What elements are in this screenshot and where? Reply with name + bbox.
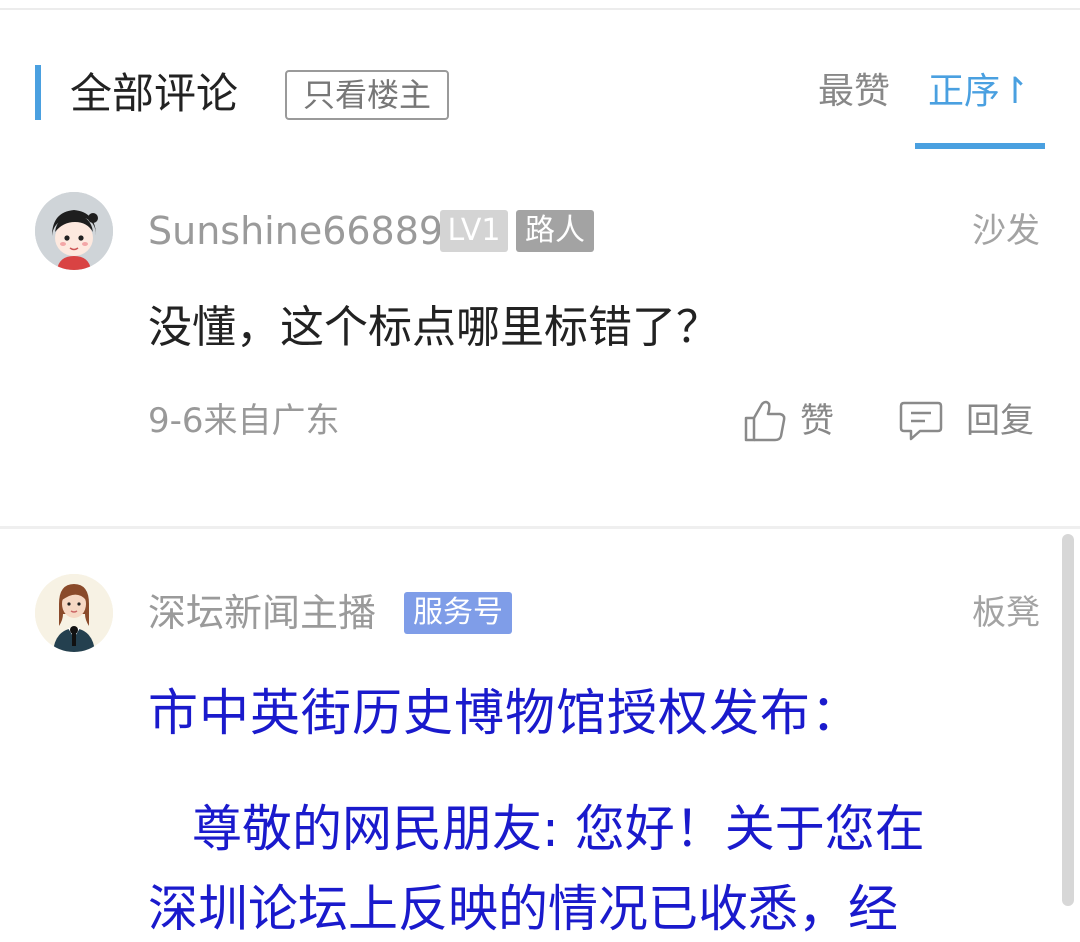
sort-by-likes-tab[interactable]: 最赞 — [818, 66, 890, 118]
floor-label: 板凳 — [972, 593, 1040, 633]
comment-text: 没懂，这个标点哪里标错了？ — [148, 302, 720, 353]
news-anchor-avatar-icon — [35, 574, 113, 652]
floor-label: 沙发 — [972, 211, 1040, 251]
comment-username[interactable]: 深坛新闻主播 — [148, 588, 376, 638]
section-accent-bar — [35, 65, 41, 120]
top-divider — [0, 8, 1080, 10]
cartoon-girl-avatar-icon — [35, 192, 113, 270]
comment-body-line: 尊敬的网民朋友: 您好！关于您在 — [192, 800, 925, 858]
comment-username[interactable]: Sunshine66889 — [148, 206, 443, 256]
like-button[interactable]: 赞 — [800, 396, 834, 446]
role-badge: 路人 — [516, 210, 594, 252]
section-title: 全部评论 — [70, 69, 239, 118]
thumbs-up-icon[interactable] — [742, 398, 788, 444]
user-avatar[interactable] — [35, 192, 113, 270]
reply-button[interactable]: 回复 — [966, 396, 1034, 446]
owner-only-button[interactable]: 只看楼主 — [285, 70, 449, 120]
comment-time-location: 9-6来自广东 — [148, 401, 340, 441]
user-avatar[interactable] — [35, 574, 113, 652]
scrollbar[interactable] — [1062, 534, 1074, 906]
service-account-badge: 服务号 — [404, 592, 512, 634]
comment-title: 市中英街历史博物馆授权发布： — [148, 684, 862, 742]
active-tab-underline — [915, 143, 1045, 149]
level-badge: LV1 — [440, 210, 508, 252]
reply-bubble-icon[interactable] — [898, 398, 944, 444]
comment-divider — [0, 526, 1080, 529]
sort-ascending-tab[interactable]: 正序↾ — [928, 66, 1030, 118]
comment-body-line: 深圳论坛上反映的情况已收悉，经 — [148, 880, 898, 938]
